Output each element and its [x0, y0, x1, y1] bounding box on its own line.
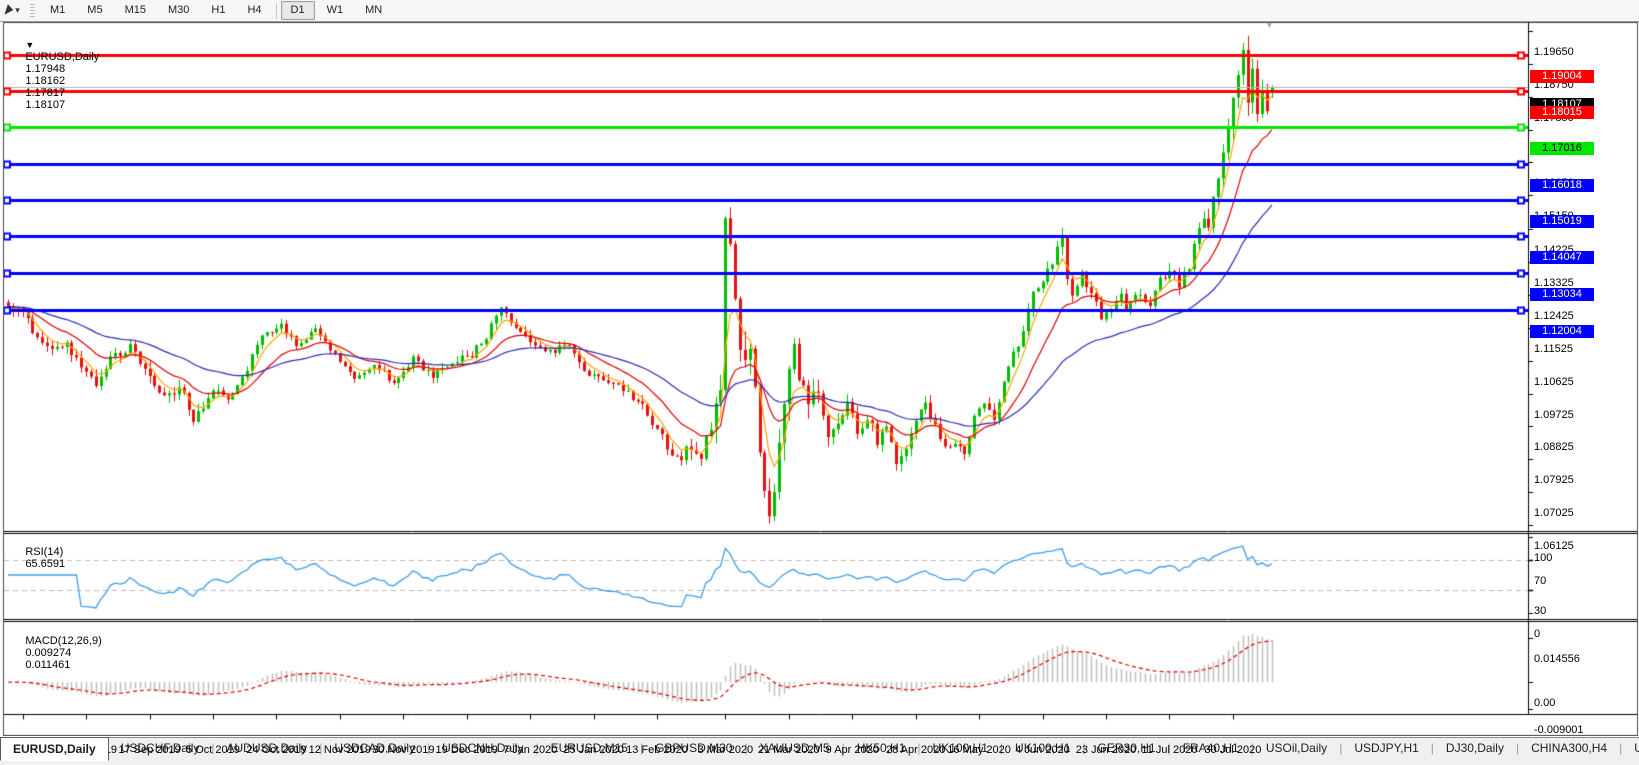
- date-tick-label: 28 Apr 2020: [886, 743, 946, 756]
- chart-tab-usoil-h[interactable]: USOil,H: [1622, 738, 1639, 759]
- macd-tick: 0.014556: [1534, 652, 1580, 665]
- timeframe-button-m15[interactable]: M15: [115, 1, 156, 20]
- date-tick-label: 19 Dec 2019: [435, 743, 498, 756]
- ohlc-low: 1.17817: [25, 87, 66, 99]
- chevron-down-icon: ▾: [15, 5, 20, 15]
- scroll-to-end-marker-icon[interactable]: ▾: [1267, 21, 1272, 31]
- ohlc-open: 1.17948: [25, 63, 66, 75]
- rsi-title: RSI(14) 65.6591: [7, 534, 65, 582]
- price-chart-canvas[interactable]: [0, 22, 1639, 736]
- macd-tick: 0.00: [1534, 697, 1556, 709]
- chart-tab-eurusd-daily[interactable]: EURUSD,Daily: [0, 737, 109, 761]
- mt4-window: ▾ M1 M5 M15 M30 H1 H4 D1 W1 MN ▼ EURUSD,Daily 1.…: [0, 0, 1639, 765]
- rsi-tick: 70: [1534, 574, 1547, 587]
- date-tick-label: 30 Nov 2019: [372, 743, 435, 756]
- rsi-value: 65.6591: [25, 558, 66, 570]
- hline-label: 1.14047: [1530, 250, 1594, 264]
- cursor-icon: [4, 4, 15, 17]
- timeframe-button-m1[interactable]: M1: [40, 1, 75, 20]
- price-tick: 1.07025: [1534, 507, 1574, 520]
- date-tick-label: 17 Sep 2019: [118, 743, 181, 756]
- date-tick-label: 25 Jan 2020: [563, 743, 624, 756]
- ohlc-close: 1.18107: [25, 99, 66, 111]
- timeframe-button-d1[interactable]: D1: [280, 1, 315, 20]
- toolbar-drag-handle[interactable]: [30, 3, 35, 18]
- date-tick-label: 5 Oct 2019: [186, 743, 240, 756]
- price-tick: 1.08825: [1534, 441, 1574, 454]
- hline-label: 1.16018: [1530, 178, 1594, 192]
- date-tick-label: 30 Jul 2020: [1204, 743, 1262, 756]
- timeframe-button-h4[interactable]: H4: [237, 1, 271, 20]
- date-tick-label: 24 Oct 2019: [246, 743, 307, 756]
- macd-tick: -0.009001: [1534, 724, 1584, 737]
- date-tick-label: 13 Feb 2020: [626, 743, 688, 756]
- date-tick-label: 21 Mar 2020: [757, 743, 820, 756]
- date-tick-label: 3 Mar 2020: [697, 743, 754, 756]
- date-tick-label: 16 May 2020: [947, 743, 1011, 756]
- date-tick-label: 23 Jun 2020: [1075, 743, 1137, 756]
- price-tick: 1.12425: [1534, 309, 1574, 322]
- date-tick-label: 11 Jul 2020: [1141, 743, 1198, 756]
- pointer-tool-icon[interactable]: ▾: [0, 2, 26, 20]
- date-tick-label: 12 Nov 2019: [308, 743, 372, 756]
- chart-symbol-period: EURUSD,Daily: [25, 51, 100, 63]
- price-tick: 1.07925: [1534, 474, 1574, 487]
- price-tick: 1.11525: [1534, 342, 1573, 355]
- timeframe-button-m30[interactable]: M30: [158, 1, 199, 20]
- timeframe-toolbar: ▾ M1 M5 M15 M30 H1 H4 D1 W1 MN: [0, 0, 1639, 22]
- date-tick-label: 9 Apr 2020: [825, 743, 879, 756]
- hline-label: 1.18015: [1530, 105, 1594, 119]
- timeframe-button-h1[interactable]: H1: [201, 1, 235, 20]
- rsi-tick: 100: [1534, 552, 1553, 564]
- rsi-tick: 0: [1534, 628, 1541, 640]
- macd-signal-value: 0.011461: [25, 659, 71, 671]
- timeframe-button-w1[interactable]: W1: [317, 1, 354, 20]
- macd-main-value: 0.009274: [25, 647, 72, 659]
- macd-title: MACD(12,26,9) 0.009274 0.011461: [7, 623, 102, 683]
- timeframe-button-m5[interactable]: M5: [77, 1, 112, 20]
- price-tick: 1.19650: [1534, 46, 1574, 58]
- hline-label: 1.13034: [1530, 287, 1594, 301]
- date-tick-label: 7 Jan 2020: [502, 743, 558, 756]
- hline-label: 1.15019: [1530, 215, 1594, 229]
- chart-ohlc-title: ▼ EURUSD,Daily 1.17948 1.18162 1.17817 1…: [7, 27, 99, 123]
- price-tick: 1.09725: [1534, 408, 1574, 421]
- price-tick: 1.06125: [1534, 540, 1574, 552]
- chart-tab-china300-h4[interactable]: CHINA300,H4: [1519, 738, 1619, 759]
- chart-window: ▼ EURUSD,Daily 1.17948 1.18162 1.17817 1…: [0, 21, 1639, 756]
- chart-tab-dj30-daily[interactable]: DJ30,Daily: [1434, 738, 1516, 759]
- timeframe-buttons: M1 M5 M15 M30 H1 H4 D1 W1 MN: [39, 1, 393, 20]
- ohlc-high: 1.18162: [25, 75, 66, 87]
- timeframe-button-mn[interactable]: MN: [355, 1, 392, 20]
- chart-tab-usdjpy-h1[interactable]: USDJPY,H1: [1342, 738, 1430, 759]
- macd-label: MACD(12,26,9): [25, 635, 102, 647]
- date-tick-label: 4 Jun 2020: [1015, 743, 1070, 756]
- rsi-label: RSI(14): [25, 546, 64, 558]
- price-tick: 1.10625: [1534, 375, 1574, 388]
- chart-tab-usoil-daily[interactable]: USOil,Daily: [1254, 738, 1339, 759]
- hline-label: 1.12004: [1530, 325, 1594, 339]
- collapse-chart-icon[interactable]: ▼: [25, 40, 34, 50]
- hline-label: 1.17016: [1530, 142, 1594, 156]
- hline-label: 1.19004: [1530, 69, 1594, 83]
- rsi-tick: 30: [1534, 605, 1547, 618]
